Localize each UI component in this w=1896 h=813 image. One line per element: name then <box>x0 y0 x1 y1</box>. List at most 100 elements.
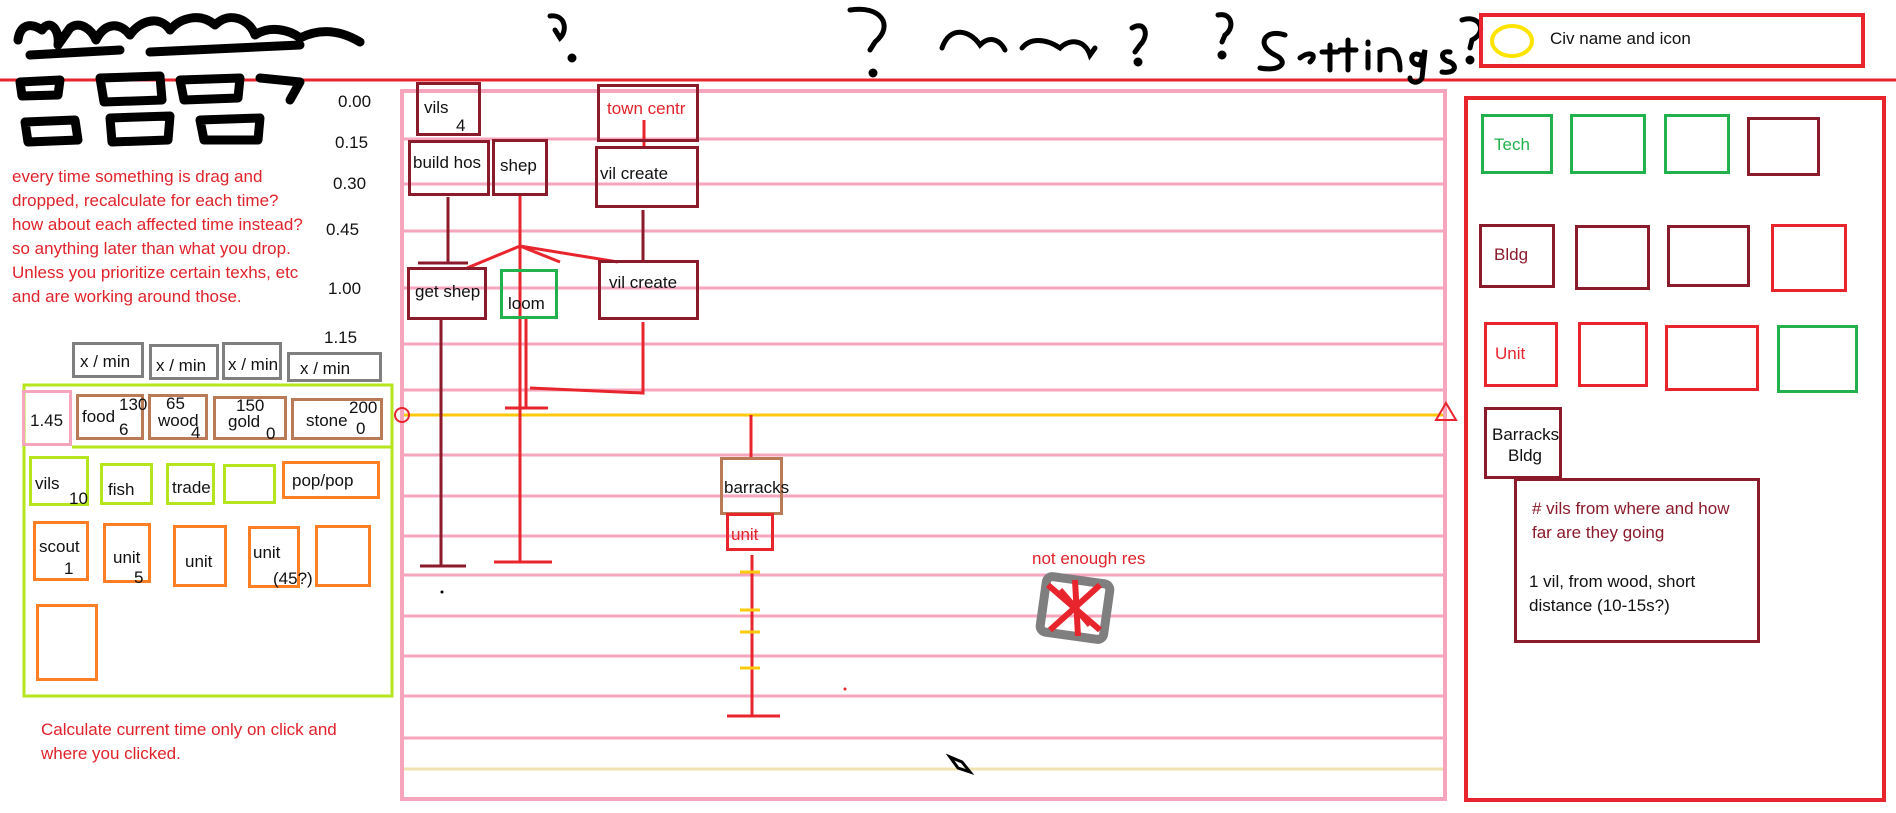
resource-workers: 6 <box>119 420 129 439</box>
resource-food[interactable]: food 130 6 <box>76 394 148 440</box>
palette-unit[interactable]: Unit <box>1484 322 1558 387</box>
tooltip-detail: 1 vil, from wood, short distance (10-15s… <box>1529 572 1696 615</box>
civ-icon <box>1490 24 1534 58</box>
pop-box[interactable]: pop/pop <box>282 461 380 499</box>
unit-box[interactable]: unit <box>173 525 227 587</box>
task-loom[interactable]: loom <box>500 269 558 319</box>
vils-count: 10 <box>69 489 88 508</box>
task-vil-create[interactable]: vil create <box>595 146 699 208</box>
task-label: barracks <box>724 478 790 497</box>
current-time-value: 1.45 <box>30 411 64 430</box>
task-build-house[interactable]: build hos <box>408 140 490 196</box>
empty-slot[interactable] <box>223 464 276 504</box>
header-scribbles <box>547 6 1484 85</box>
palette-tech-slot[interactable] <box>1664 114 1730 174</box>
palette-label: Unit <box>1495 344 1526 363</box>
palette-unit-slot[interactable] <box>1777 325 1858 393</box>
palette-label: Bldg <box>1494 245 1529 264</box>
resource-workers: 0 <box>356 419 366 438</box>
task-label: unit <box>731 525 759 544</box>
task-label: town centr <box>607 99 686 118</box>
unit-label: unit <box>185 552 213 571</box>
palette-label: Barracks Bldg <box>1492 425 1560 465</box>
unit-box[interactable]: unit 5 <box>103 523 151 587</box>
current-time-box[interactable]: 1.45 <box>22 390 72 446</box>
task-town-center[interactable]: town centr <box>597 84 699 142</box>
fish-label: fish <box>108 480 135 499</box>
unit-box[interactable]: unit (45?) <box>248 526 313 588</box>
tooltip-heading: # vils from where and how far are they g… <box>1532 499 1730 542</box>
palette-tech-slot[interactable] <box>1570 114 1646 174</box>
palette-bldg-slot[interactable] <box>1667 225 1750 287</box>
tooltip-vil-info: # vils from where and how far are they g… <box>1514 478 1760 643</box>
vils-box[interactable]: vils 10 <box>29 456 89 508</box>
vils-label: vils <box>35 474 60 493</box>
task-label: loom <box>508 294 545 313</box>
time-label: 1.00 <box>328 279 362 298</box>
rate-box[interactable]: x / min <box>287 352 382 382</box>
scout-count: 1 <box>64 559 74 578</box>
scout-box[interactable]: scout 1 <box>33 521 89 581</box>
task-count: 4 <box>456 116 466 135</box>
palette-bldg-slot[interactable] <box>1771 224 1847 292</box>
not-enough-res-label: not enough res <box>1032 549 1146 568</box>
error-scribble-icon <box>1035 572 1115 644</box>
resource-wood[interactable]: 65 wood 4 <box>148 394 208 442</box>
palette-bldg-slot[interactable] <box>1575 225 1650 290</box>
rate-label: x / min <box>80 352 131 371</box>
trade-box[interactable]: trade <box>166 463 215 505</box>
scout-label: scout <box>39 537 80 556</box>
resource-name: gold <box>228 412 261 431</box>
empty-slot[interactable] <box>36 604 98 681</box>
unit-count: (45?) <box>273 569 313 588</box>
rate-label: x / min <box>156 356 207 375</box>
time-label: 1.15 <box>324 328 358 347</box>
unit-label: unit <box>113 548 141 567</box>
rate-label: x / min <box>300 359 351 378</box>
palette-barracks[interactable]: Barracks Bldg <box>1484 407 1562 479</box>
task-vils[interactable]: vils 4 <box>416 82 481 136</box>
rate-box[interactable]: x / min <box>149 344 219 380</box>
palette-tech[interactable]: Tech <box>1481 114 1553 174</box>
time-label: 0.00 <box>338 92 372 111</box>
timeline-rows <box>404 137 1443 740</box>
empty-slot[interactable] <box>315 525 371 587</box>
resource-workers: 4 <box>191 423 201 442</box>
unit-count: 5 <box>134 568 144 587</box>
unit-progress-ticks <box>740 570 760 670</box>
task-label: build hos <box>413 153 482 172</box>
resource-stone[interactable]: stone 200 0 <box>291 398 383 440</box>
palette-tech-slot[interactable] <box>1747 117 1820 176</box>
civ-name-label[interactable]: Civ name and icon <box>1550 29 1691 49</box>
resource-workers: 0 <box>266 424 276 443</box>
palette-unit-slot[interactable] <box>1665 325 1759 391</box>
resource-name: food <box>82 407 116 426</box>
rate-box[interactable]: x / min <box>72 342 144 378</box>
drag-drop-note: every time something is drag and dropped… <box>12 167 303 306</box>
task-barracks[interactable]: barracks <box>720 457 789 515</box>
task-connectors-red <box>466 120 780 718</box>
resource-name: stone <box>306 411 348 430</box>
task-get-shep[interactable]: get shep <box>407 267 487 320</box>
calculate-note: Calculate current time only on click and… <box>41 720 337 763</box>
pop-label: pop/pop <box>292 471 354 490</box>
task-shep[interactable]: shep <box>492 139 548 196</box>
time-label: 0.30 <box>333 174 367 193</box>
rate-box[interactable]: x / min <box>222 342 282 380</box>
task-unit[interactable]: unit <box>726 513 774 551</box>
timeline-border <box>400 89 1447 801</box>
fish-box[interactable]: fish <box>100 463 153 505</box>
task-label: vils <box>424 98 449 117</box>
task-connectors <box>418 197 645 568</box>
palette-label: Tech <box>1494 135 1530 154</box>
unit-label: unit <box>253 543 281 562</box>
time-label: 0.45 <box>326 220 360 239</box>
palette-unit-slot[interactable] <box>1578 322 1648 387</box>
resource-amount: 130 <box>119 395 148 414</box>
task-vil-create[interactable]: vil create <box>598 260 699 320</box>
resource-gold[interactable]: 150 gold 0 <box>213 396 287 443</box>
task-label: shep <box>500 156 537 175</box>
task-label: get shep <box>415 282 481 301</box>
rate-label: x / min <box>228 355 279 374</box>
palette-bldg[interactable]: Bldg <box>1479 224 1555 288</box>
